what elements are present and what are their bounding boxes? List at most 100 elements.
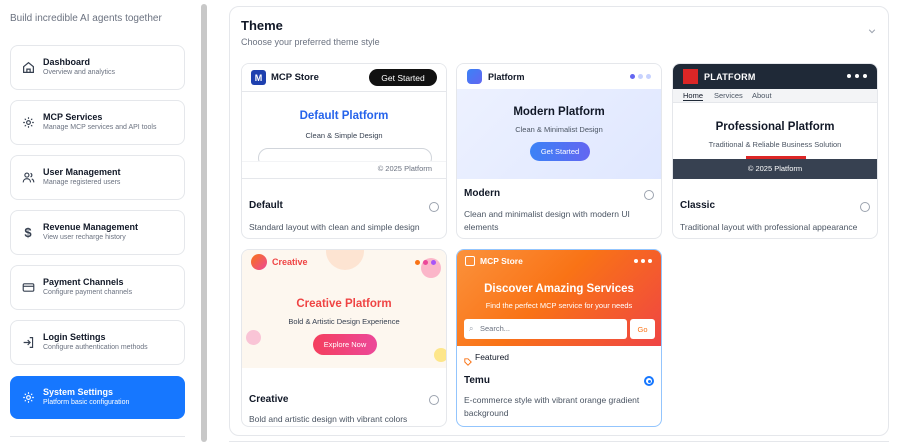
logo	[467, 69, 482, 84]
sidebar-item-payment-channels[interactable]: Payment Channels Configure payment channe…	[10, 265, 185, 310]
theme-name: Creative	[249, 394, 289, 405]
preview-search: ⌕ Search...	[464, 319, 627, 339]
preview-nav-item: Services	[714, 91, 743, 100]
dots-icon	[634, 259, 652, 263]
dots-icon	[847, 74, 867, 78]
search-icon: ⌕	[469, 324, 474, 333]
sidebar-item-title: Revenue Management	[43, 222, 139, 232]
login-icon	[21, 336, 35, 350]
preview-go-button: Go	[630, 319, 655, 339]
theme-name: Classic	[680, 200, 716, 211]
divider	[10, 436, 185, 437]
preview-heading: Default Platform	[299, 110, 389, 122]
preview-footer: © 2025 Platform	[747, 164, 803, 173]
sidebar-item-user-management[interactable]: User Management Manage registered users	[10, 155, 185, 200]
sidebar-item-dashboard[interactable]: Dashboard Overview and analytics	[10, 45, 185, 90]
radio-classic[interactable]	[860, 202, 870, 212]
section-title: Theme	[241, 18, 283, 33]
dots-icon	[630, 74, 651, 79]
sidebar-tagline: Build incredible AI agents together	[10, 13, 162, 24]
preview-brand: MCP Store	[480, 256, 523, 266]
divider	[229, 441, 889, 442]
users-icon	[21, 171, 35, 185]
radio-temu[interactable]	[644, 376, 654, 386]
preview-heading: Modern Platform	[513, 106, 605, 118]
radio-creative[interactable]	[429, 395, 439, 405]
preview-footer: © 2025 Platform	[377, 164, 432, 173]
theme-card-modern[interactable]: Platform Modern Platform Clean & Minimal…	[456, 63, 662, 239]
logo	[683, 69, 698, 84]
sidebar-item-subtitle: Manage MCP services and API tools	[43, 124, 157, 131]
sidebar-item-revenue-management[interactable]: $ Revenue Management View user recharge h…	[10, 210, 185, 255]
sidebar-item-mcp-services[interactable]: MCP Services Manage MCP services and API …	[10, 100, 185, 145]
theme-desc: Clean and minimalist design with modern …	[464, 209, 630, 232]
theme-desc: E-commerce style with vibrant orange gra…	[464, 395, 640, 418]
theme-card-temu[interactable]: MCP Store Discover Amazing Services Find…	[456, 249, 662, 427]
sidebar-item-subtitle: Overview and analytics	[43, 69, 115, 76]
theme-desc: Standard layout with clean and simple de…	[249, 222, 420, 232]
divider	[242, 91, 446, 92]
preview-cta: Get Started	[369, 69, 437, 86]
preview-brand: PLATFORM	[704, 72, 756, 82]
theme-name: Modern	[464, 188, 501, 199]
theme-desc: Bold and artistic design with vibrant co…	[249, 414, 408, 424]
section-subtitle: Choose your preferred theme style	[241, 37, 380, 47]
theme-preview-classic: PLATFORM Home Services About Professiona…	[673, 64, 877, 179]
sidebar-item-subtitle: Configure payment channels	[43, 289, 133, 296]
preview-heading: Creative Platform	[296, 298, 392, 310]
preview-tagline: Find the perfect MCP service for your ne…	[485, 301, 633, 310]
sidebar-item-subtitle: Platform basic configuration	[43, 399, 130, 406]
preview-nav	[673, 89, 877, 103]
theme-card-classic[interactable]: PLATFORM Home Services About Professiona…	[672, 63, 878, 239]
sidebar-item-title: MCP Services	[43, 112, 103, 122]
theme-desc: Traditional layout with professional app…	[680, 222, 858, 232]
scrollbar[interactable]	[201, 4, 207, 442]
sidebar-item-title: User Management	[43, 167, 121, 177]
preview-brand: Creative	[272, 257, 308, 267]
sidebar-item-subtitle: Configure authentication methods	[43, 344, 148, 351]
home-icon	[21, 61, 35, 75]
decor-circle	[434, 348, 446, 362]
gear-icon	[21, 391, 35, 405]
sidebar-item-title: Payment Channels	[43, 277, 124, 287]
sidebar: Build incredible AI agents together Dash…	[0, 0, 200, 447]
theme-panel: Theme Choose your preferred theme style …	[229, 6, 889, 436]
store-icon	[465, 256, 475, 266]
preview-brand: Platform	[488, 72, 525, 82]
preview-cta: Get Started	[530, 142, 590, 161]
preview-cta: Explore Now	[313, 334, 377, 355]
dollar-icon: $	[24, 225, 32, 240]
sidebar-item-title: System Settings	[43, 387, 114, 397]
chevron-down-icon[interactable]	[868, 27, 876, 35]
featured-badge: Featured	[475, 352, 510, 362]
radio-default[interactable]	[429, 202, 439, 212]
divider	[242, 178, 446, 179]
gear-icon	[21, 116, 35, 130]
preview-heading: Discover Amazing Services	[484, 283, 634, 295]
decor-circle	[246, 330, 261, 345]
tag-icon	[464, 353, 472, 366]
sidebar-item-title: Dashboard	[43, 57, 91, 67]
sidebar-item-title: Login Settings	[43, 332, 106, 342]
radio-modern[interactable]	[644, 190, 654, 200]
logo: M	[251, 70, 266, 85]
sidebar-item-login-settings[interactable]: Login Settings Configure authentication m…	[10, 320, 185, 365]
logo	[251, 254, 267, 270]
preview-tagline: Bold & Artistic Design Experience	[288, 317, 400, 326]
credit-card-icon	[21, 281, 35, 295]
theme-preview-temu: MCP Store Discover Amazing Services Find…	[457, 250, 661, 346]
preview-tagline: Traditional & Reliable Business Solution	[708, 140, 842, 149]
theme-preview-modern: Platform Modern Platform Clean & Minimal…	[457, 64, 661, 179]
decor-circle	[326, 250, 364, 270]
theme-card-creative[interactable]: Creative Creative Platform Bold & Artist…	[241, 249, 447, 427]
sidebar-item-subtitle: Manage registered users	[43, 179, 121, 186]
theme-card-default[interactable]: M MCP Store Get Started Default Platform…	[241, 63, 447, 239]
theme-preview-default: M MCP Store Get Started Default Platform…	[242, 64, 446, 178]
preview-heading: Professional Platform	[715, 121, 835, 133]
preview-tagline: Clean & Simple Design	[305, 131, 383, 140]
sidebar-item-system-settings[interactable]: System Settings Platform basic configurat…	[10, 376, 185, 419]
theme-preview-creative: Creative Creative Platform Bold & Artist…	[242, 250, 446, 368]
preview-nav-item: About	[752, 91, 772, 100]
preview-nav-item: Home	[683, 91, 704, 101]
search-placeholder: Search...	[480, 324, 511, 333]
